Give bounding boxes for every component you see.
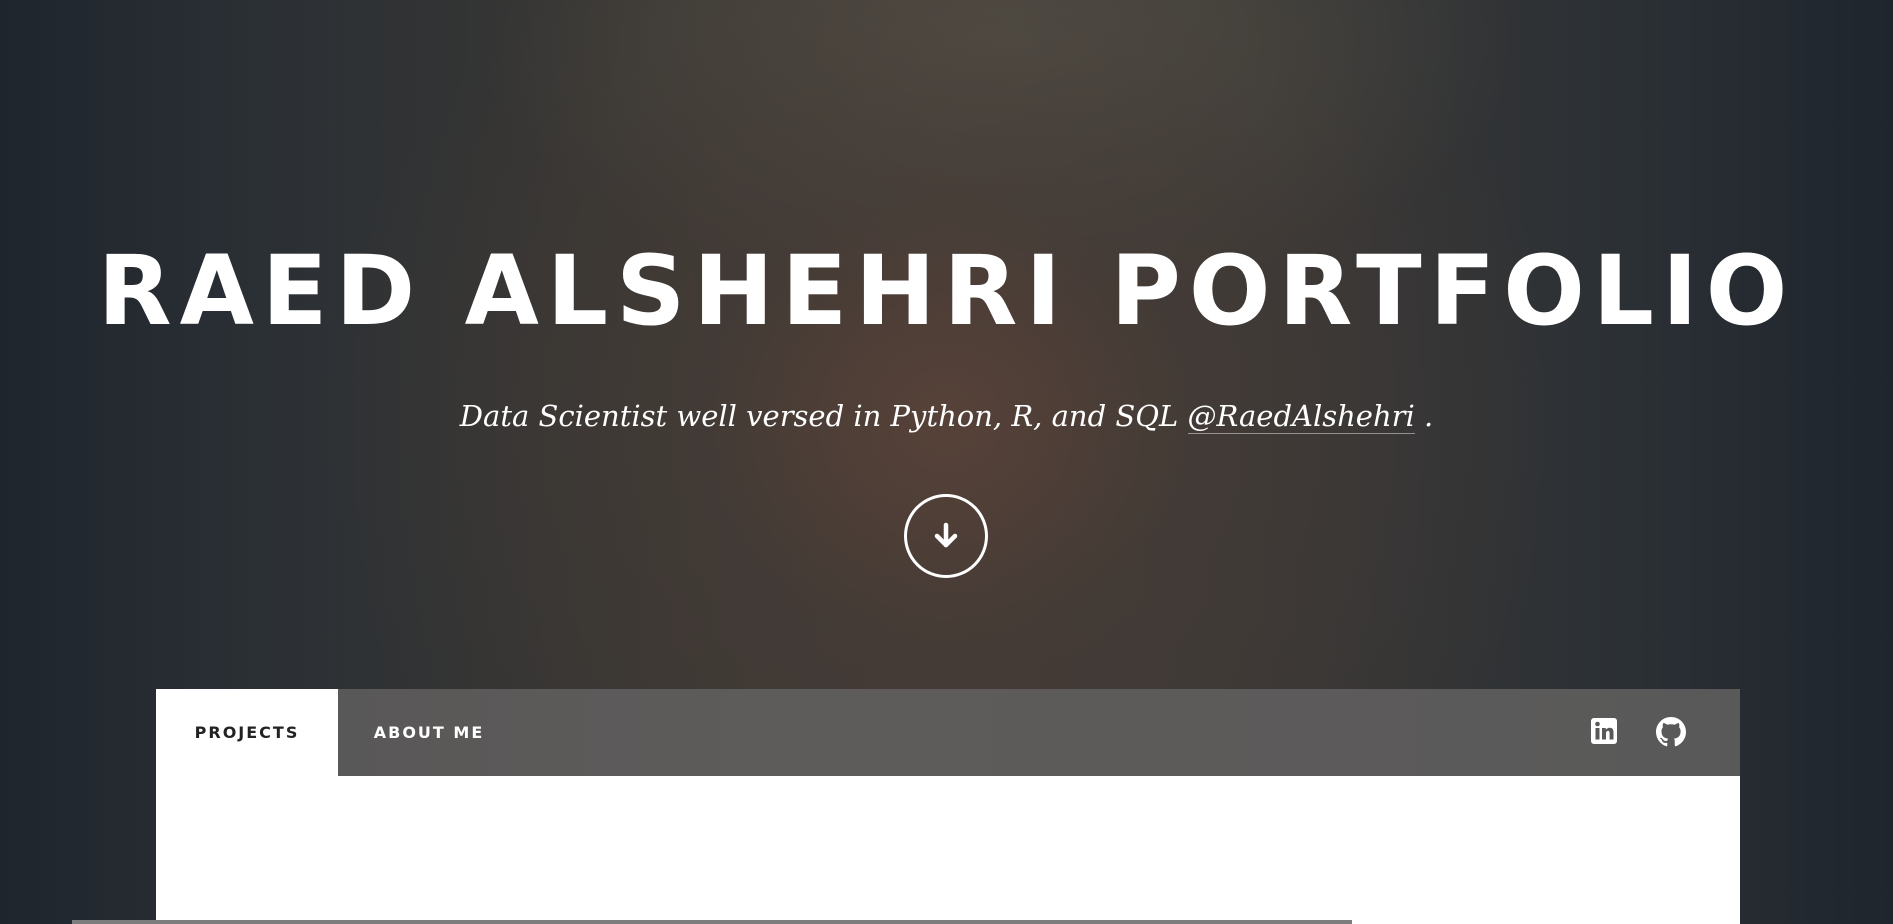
scroll-down-button[interactable] xyxy=(904,494,988,578)
subtitle-end: . xyxy=(1414,399,1434,433)
tab-projects[interactable]: PROJECTS xyxy=(156,689,338,776)
linkedin-icon xyxy=(1591,718,1617,744)
subtitle-text: Data Scientist well versed in Python, R,… xyxy=(459,399,1188,433)
github-icon xyxy=(1656,717,1686,747)
linkedin-link[interactable] xyxy=(1590,717,1622,749)
tab-about-me[interactable]: ABOUT ME xyxy=(338,689,520,776)
page-divider xyxy=(72,920,1352,924)
main-content-card: PROJECTS ABOUT ME xyxy=(156,689,1740,924)
twitter-handle-link[interactable]: @RaedAlshehri xyxy=(1187,399,1415,434)
arrow-down-icon xyxy=(934,522,958,548)
hero-subtitle: Data Scientist well versed in Python, R,… xyxy=(0,396,1893,436)
hero-section: RAED ALSHEHRI PORTFOLIO Data Scientist w… xyxy=(0,0,1893,690)
main-nav: PROJECTS ABOUT ME xyxy=(156,689,1740,776)
github-link[interactable] xyxy=(1656,717,1688,749)
page-title: RAED ALSHEHRI PORTFOLIO xyxy=(97,235,1796,347)
